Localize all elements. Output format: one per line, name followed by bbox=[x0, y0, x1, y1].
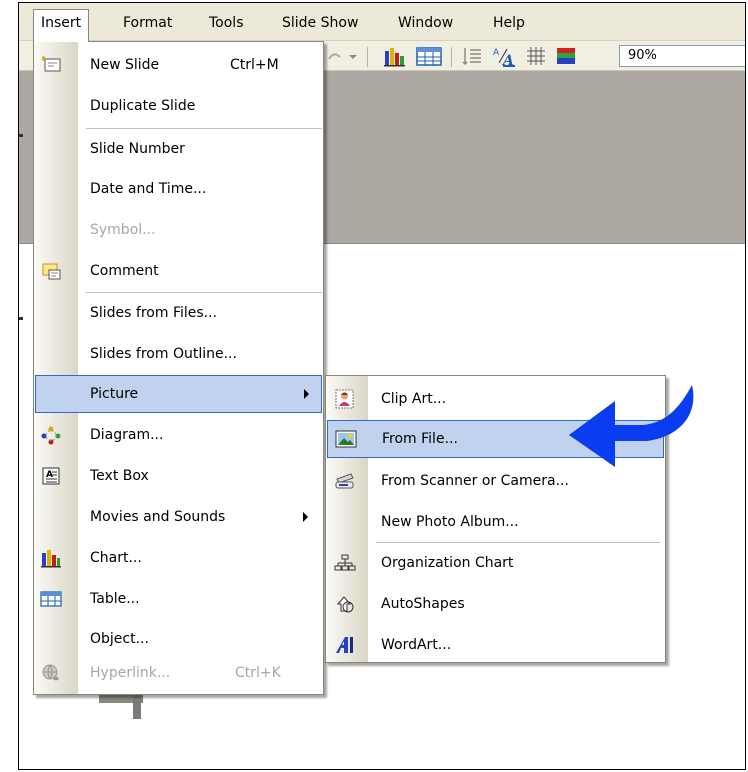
menu-item-diagram[interactable]: Diagram... bbox=[34, 415, 323, 455]
menu-item-label: From Scanner or Camera... bbox=[381, 473, 569, 489]
menu-bar: Insert Format Tools Slide Show Window He… bbox=[19, 3, 745, 42]
insert-chart-icon[interactable] bbox=[383, 45, 407, 67]
text-box-icon: A bbox=[42, 467, 60, 485]
clip-art-icon bbox=[335, 389, 354, 409]
menu-item-organization-chart[interactable]: Organization Chart bbox=[326, 543, 665, 583]
menu-item-label: Symbol... bbox=[90, 222, 156, 238]
menu-tools-label: Tools bbox=[209, 15, 244, 31]
menu-item-date-and-time[interactable]: Date and Time... bbox=[34, 169, 323, 209]
menu-insert-label: Insert bbox=[41, 15, 82, 31]
menu-item-table[interactable]: Table... bbox=[34, 579, 323, 619]
new-slide-icon bbox=[41, 56, 61, 72]
menu-item-text-box[interactable]: A Text Box bbox=[34, 456, 323, 496]
redo-icon[interactable] bbox=[325, 45, 361, 67]
outline-marker bbox=[19, 134, 23, 137]
menu-item-new-slide[interactable]: New Slide Ctrl+M bbox=[34, 45, 323, 85]
menu-item-label: Chart... bbox=[90, 550, 142, 566]
menu-window[interactable]: Window bbox=[390, 12, 461, 34]
menu-item-autoshapes[interactable]: AutoShapes bbox=[326, 584, 665, 624]
menu-item-label: Slides from Files... bbox=[90, 305, 218, 321]
menu-slide-show-label: Slide Show bbox=[282, 15, 359, 31]
menu-item-shortcut: Ctrl+K bbox=[235, 665, 281, 681]
menu-help[interactable]: Help bbox=[485, 12, 533, 34]
zoom-value: 90% bbox=[628, 48, 657, 63]
menu-item-slides-from-outline[interactable]: Slides from Outline... bbox=[34, 334, 323, 374]
color-grayscale-icon[interactable] bbox=[555, 45, 577, 67]
menu-item-label: Diagram... bbox=[90, 427, 164, 443]
menu-slide-show[interactable]: Slide Show bbox=[274, 12, 366, 34]
menu-item-movies-and-sounds[interactable]: Movies and Sounds bbox=[34, 497, 323, 537]
menu-item-hyperlink[interactable]: Hyperlink... Ctrl+K bbox=[34, 653, 323, 693]
menu-format-label: Format bbox=[123, 15, 173, 31]
menu-item-symbol[interactable]: Symbol... bbox=[34, 210, 323, 250]
expand-all-icon[interactable] bbox=[461, 45, 483, 67]
zoom-combo[interactable]: 90% bbox=[619, 45, 745, 67]
menu-item-label: Hyperlink... bbox=[90, 665, 171, 681]
menu-insert[interactable]: Insert bbox=[33, 9, 90, 42]
scanner-icon bbox=[335, 473, 354, 489]
menu-item-label: Duplicate Slide bbox=[90, 98, 196, 114]
menu-item-label: From File... bbox=[382, 431, 458, 447]
outline-marker bbox=[19, 317, 23, 320]
menu-item-new-photo-album[interactable]: New Photo Album... bbox=[326, 502, 665, 542]
hyperlink-icon bbox=[42, 664, 59, 681]
pointer-arrow-icon bbox=[569, 385, 694, 467]
menu-item-chart[interactable]: Chart... bbox=[34, 538, 323, 578]
menu-item-label: New Slide bbox=[90, 57, 160, 73]
wordart-icon bbox=[336, 637, 353, 653]
menu-help-label: Help bbox=[493, 15, 525, 31]
menu-item-label: WordArt... bbox=[381, 637, 452, 653]
from-file-icon bbox=[335, 430, 357, 448]
menu-item-label: Movies and Sounds bbox=[90, 509, 226, 525]
menu-item-label: Text Box bbox=[90, 468, 149, 484]
menu-format[interactable]: Format bbox=[115, 12, 180, 34]
org-chart-icon bbox=[334, 554, 356, 571]
menu-item-label: Table... bbox=[90, 591, 140, 607]
menu-item-label: Clip Art... bbox=[381, 391, 447, 407]
menu-item-slide-number[interactable]: Slide Number bbox=[34, 129, 323, 169]
submenu-arrow-icon bbox=[303, 512, 308, 522]
svg-text:A: A bbox=[493, 48, 500, 58]
menu-item-slides-from-files[interactable]: Slides from Files... bbox=[34, 293, 323, 333]
menu-item-comment[interactable]: Comment bbox=[34, 251, 323, 291]
menu-item-label: Slides from Outline... bbox=[90, 346, 237, 362]
menu-item-label: Comment bbox=[90, 263, 159, 279]
insert-table-icon[interactable] bbox=[415, 45, 443, 67]
menu-tools[interactable]: Tools bbox=[201, 12, 252, 34]
autoshapes-icon bbox=[336, 596, 354, 613]
comment-icon bbox=[42, 263, 61, 280]
insert-menu: New Slide Ctrl+M Duplicate Slide Slide N… bbox=[33, 41, 324, 695]
chart-icon bbox=[41, 550, 61, 568]
show-grid-icon[interactable] bbox=[525, 45, 547, 67]
menu-item-label: Date and Time... bbox=[90, 181, 207, 197]
show-formatting-icon[interactable]: AA bbox=[491, 45, 517, 67]
menu-item-label: Organization Chart bbox=[381, 555, 514, 571]
menu-item-label: Slide Number bbox=[90, 141, 185, 157]
diagram-icon bbox=[41, 426, 61, 445]
menu-item-duplicate-slide[interactable]: Duplicate Slide bbox=[34, 86, 323, 126]
svg-text:A: A bbox=[501, 53, 514, 67]
menu-item-label: New Photo Album... bbox=[381, 514, 519, 530]
menu-item-label: AutoShapes bbox=[381, 596, 465, 612]
screenshot-frame: Insert Format Tools Slide Show Window He… bbox=[18, 2, 746, 770]
menu-item-picture[interactable]: Picture bbox=[35, 375, 322, 413]
menu-window-label: Window bbox=[398, 15, 454, 31]
table-icon bbox=[40, 591, 62, 607]
submenu-arrow-icon bbox=[304, 389, 309, 399]
menu-item-wordart[interactable]: WordArt... bbox=[326, 625, 665, 665]
menu-item-label: Picture bbox=[90, 386, 139, 402]
menu-item-shortcut: Ctrl+M bbox=[230, 57, 279, 73]
